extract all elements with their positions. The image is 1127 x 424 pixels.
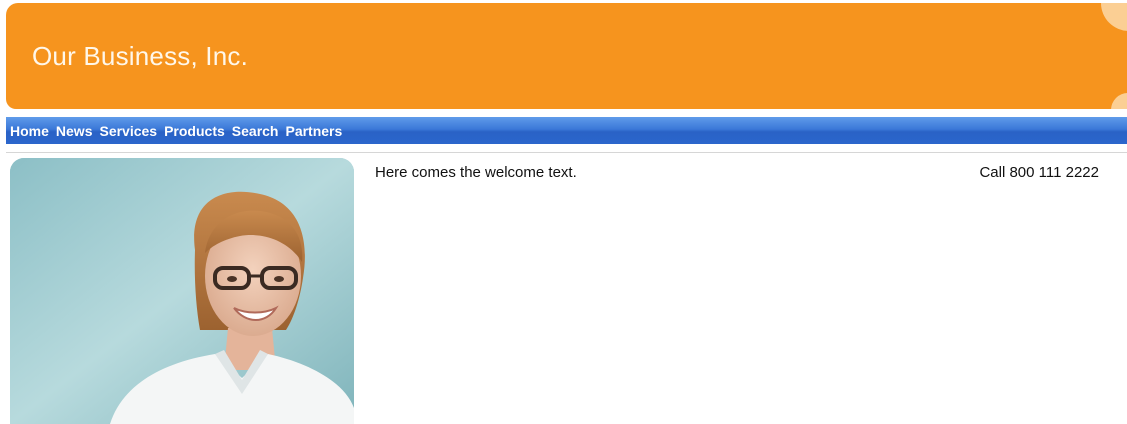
divider	[6, 152, 1127, 153]
nav-item-search[interactable]: Search	[232, 123, 279, 139]
header-decoration-circle	[1101, 3, 1127, 31]
nav-item-home[interactable]: Home	[10, 123, 49, 139]
nav-item-news[interactable]: News	[56, 123, 93, 139]
welcome-text: Here comes the welcome text.	[375, 164, 577, 181]
site-title: Our Business, Inc.	[32, 41, 249, 71]
nav-item-products[interactable]: Products	[164, 123, 225, 139]
phone-number: Call 800 111 2222	[979, 164, 1099, 181]
main-navigation: Home News Services Products Search Partn…	[6, 117, 1127, 144]
header-banner: Our Business, Inc.	[6, 3, 1127, 109]
nav-item-partners[interactable]: Partners	[285, 123, 342, 139]
hero-photo	[10, 158, 354, 424]
smiling-woman-photo-icon	[10, 158, 354, 424]
nav-item-services[interactable]: Services	[99, 123, 157, 139]
header-decoration-circle	[1111, 93, 1127, 109]
